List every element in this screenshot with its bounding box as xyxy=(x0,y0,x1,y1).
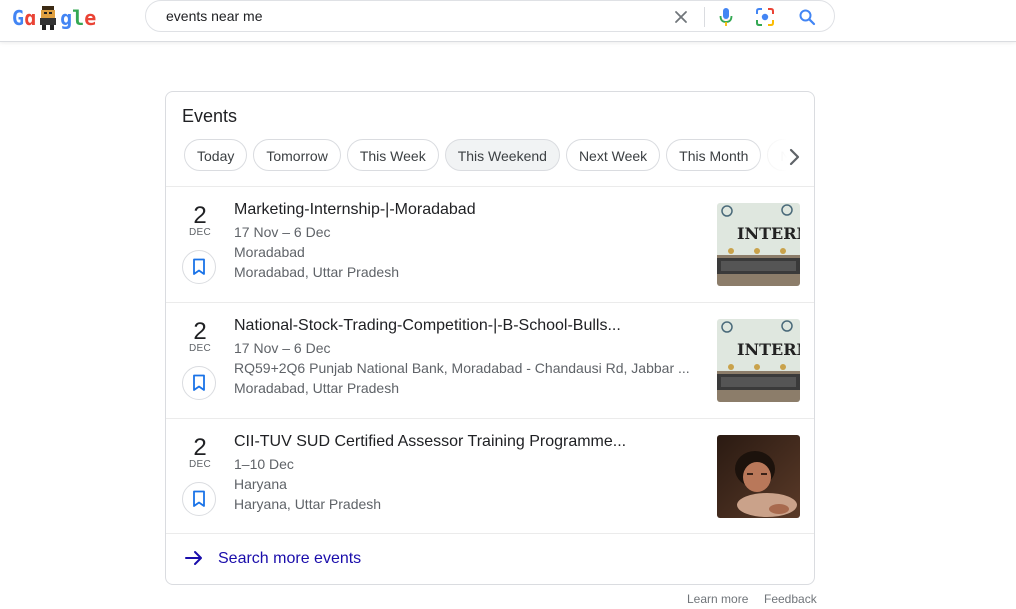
search-divider xyxy=(704,7,705,27)
event-title[interactable]: Marketing-Internship-|-Moradabad xyxy=(234,201,694,219)
chip-this-week[interactable]: This Week xyxy=(346,139,439,171)
logo-letter-e: e xyxy=(84,6,97,30)
arrow-right-icon xyxy=(185,551,202,565)
event-title[interactable]: National-Stock-Trading-Competition-|-B-S… xyxy=(234,317,694,335)
event-item[interactable]: 2 DEC National-Stock-Trading-Competition… xyxy=(166,302,814,417)
chip-this-weekend[interactable]: This Weekend xyxy=(444,139,560,171)
event-item[interactable]: 2 DEC CII-TUV SUD Certified Assessor Tra… xyxy=(166,418,814,533)
event-dates: 17 Nov – 6 Dec xyxy=(234,340,331,356)
event-location: Moradabad, Uttar Pradesh xyxy=(234,380,399,396)
doodle-figure-icon xyxy=(37,6,59,30)
event-dates: 17 Nov – 6 Dec xyxy=(234,224,331,240)
event-venue: Haryana xyxy=(234,476,287,492)
date-filter-chips: Today Tomorrow This Week This Weekend Next W… xyxy=(184,139,814,175)
event-day: 2 xyxy=(193,434,207,461)
chip-this-month[interactable]: This Month xyxy=(666,139,762,171)
bookmark-icon xyxy=(193,374,205,391)
event-dates: 1–10 Dec xyxy=(234,456,294,472)
image-search-button[interactable] xyxy=(753,5,777,29)
chip-today[interactable]: Today xyxy=(184,139,248,171)
event-month: DEC xyxy=(188,227,211,238)
event-venue: RQ59+2Q6 Punjab National Bank, Moradabad… xyxy=(234,360,690,376)
event-thumbnail-intern[interactable]: INTERNS xyxy=(717,203,800,286)
feedback-link[interactable]: Feedback xyxy=(764,592,817,606)
microphone-icon xyxy=(719,8,733,26)
event-item[interactable]: 2 DEC Marketing-Internship-|-Moradabad 1… xyxy=(166,186,814,301)
event-venue: Moradabad xyxy=(234,244,305,260)
chip-next-week[interactable]: Next Week xyxy=(565,139,661,171)
clear-search-button[interactable] xyxy=(669,5,693,29)
save-event-button[interactable] xyxy=(182,482,216,516)
save-event-button[interactable] xyxy=(182,250,216,284)
logo-letter-g2: g xyxy=(60,6,73,30)
event-thumbnail-child[interactable] xyxy=(717,435,800,518)
chevron-right-icon[interactable] xyxy=(784,147,804,167)
event-month: DEC xyxy=(188,459,211,470)
search-button[interactable] xyxy=(795,5,819,29)
event-location: Haryana, Uttar Pradesh xyxy=(234,496,382,512)
logo-letter-o: ɑ xyxy=(24,6,37,30)
events-card: Events Today Tomorrow This Week This Weeken… xyxy=(165,91,815,585)
search-box xyxy=(145,0,835,32)
event-month: DEC xyxy=(188,343,211,354)
svg-text:INTERNS: INTERNS xyxy=(737,224,800,243)
camera-lens-icon xyxy=(756,8,774,26)
save-event-button[interactable] xyxy=(182,366,216,400)
search-more-events-link[interactable]: Search more events xyxy=(166,533,814,584)
logo-letter-l: l xyxy=(72,6,85,30)
event-day: 2 xyxy=(193,318,207,345)
event-title[interactable]: CII-TUV SUD Certified Assessor Training … xyxy=(234,433,694,451)
event-thumbnail-intern[interactable]: INTERNS xyxy=(717,319,800,402)
logo-letter-g: G xyxy=(12,6,25,30)
voice-search-button[interactable] xyxy=(714,5,738,29)
close-icon xyxy=(675,11,687,23)
bookmark-icon xyxy=(193,258,205,275)
search-more-events-label: Search more events xyxy=(218,550,362,567)
event-day: 2 xyxy=(193,202,207,229)
learn-more-link[interactable]: Learn more xyxy=(687,592,748,606)
svg-text:INTERNS: INTERNS xyxy=(737,340,800,359)
search-input[interactable] xyxy=(166,1,646,31)
bookmark-icon xyxy=(193,490,205,507)
google-doodle-logo[interactable]: G ɑ g l e xyxy=(12,5,96,31)
search-icon xyxy=(799,9,816,26)
top-bar: G ɑ g l e xyxy=(0,0,1016,42)
chip-tomorrow[interactable]: Tomorrow xyxy=(253,139,341,171)
events-card-title: Events xyxy=(182,106,238,126)
event-location: Moradabad, Uttar Pradesh xyxy=(234,264,399,280)
